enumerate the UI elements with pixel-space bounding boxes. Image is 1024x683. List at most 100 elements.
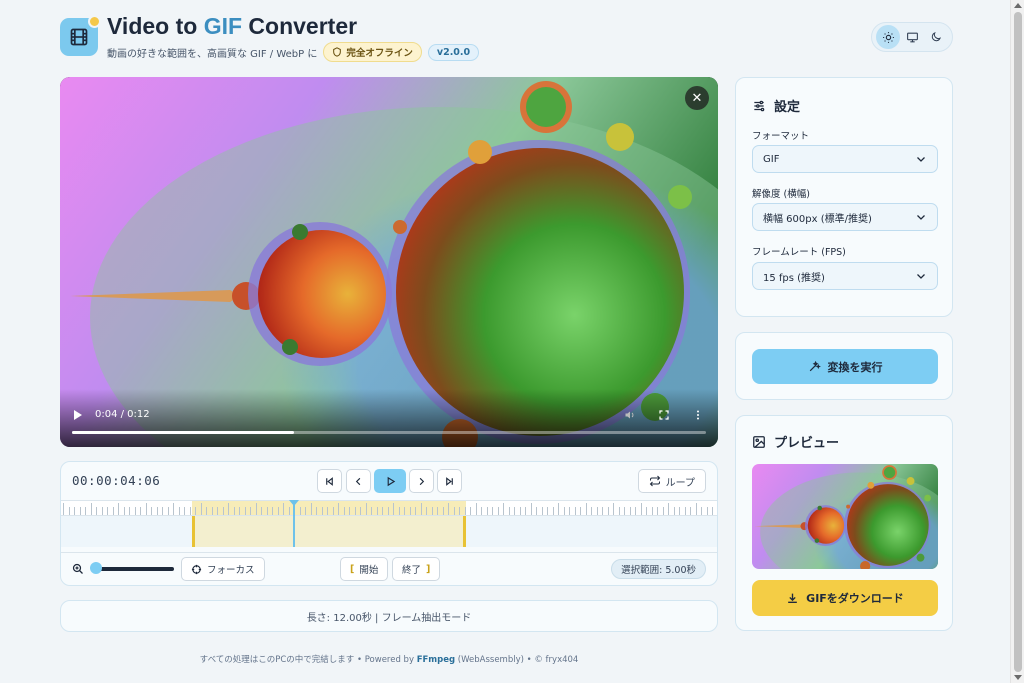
fps-value: 15 fps (推奨) [763, 272, 825, 284]
sliders-icon [754, 100, 765, 111]
ruler-tick [635, 507, 636, 515]
more-options-icon[interactable] [692, 409, 704, 421]
film-icon [70, 28, 88, 46]
ruler-tick [508, 507, 510, 515]
ruler-tick [156, 507, 158, 515]
play-button[interactable] [374, 469, 406, 493]
skip-to-start-button[interactable] [317, 469, 342, 493]
ruler-tick [613, 503, 614, 515]
download-icon [788, 593, 798, 603]
video-progress-bar[interactable] [72, 431, 706, 434]
theme-system-button[interactable] [900, 25, 924, 49]
ruler-tick [316, 507, 317, 515]
ruler-tick [695, 503, 697, 515]
page-scrollbar[interactable] [1010, 0, 1024, 683]
bracket-close-icon: ] [426, 563, 431, 575]
set-end-button[interactable]: 終了 ] [392, 557, 441, 581]
theme-light-button[interactable] [876, 25, 900, 49]
ruler-tick [376, 507, 378, 515]
ruler-tick [255, 503, 257, 515]
title-suffix: Converter [242, 13, 358, 39]
ruler-tick [195, 507, 196, 515]
ruler-tick [266, 507, 268, 515]
ruler-tick [167, 507, 169, 515]
chevron-left-icon [355, 477, 361, 485]
ruler-tick [299, 507, 301, 515]
ruler-tick [382, 507, 383, 515]
video-player[interactable]: ✕ 0:04 / 0:12 [60, 77, 718, 447]
ruler-tick [74, 507, 75, 515]
settings-header: 設定 [752, 96, 800, 115]
ruler-tick [332, 507, 334, 515]
skip-back-icon [326, 476, 333, 486]
ruler-tick [662, 507, 664, 515]
format-select[interactable]: GIF [752, 145, 938, 173]
volume-icon[interactable] [624, 409, 636, 421]
scroll-up-icon[interactable] [1014, 3, 1022, 8]
playhead-handle[interactable] [289, 500, 300, 506]
download-button[interactable]: GIFをダウンロード [752, 580, 938, 616]
ruler-tick [288, 507, 290, 515]
ruler-tick [343, 507, 345, 515]
version-badge: v2.0.0 [427, 43, 480, 61]
page-title: Video to GIF Converter [107, 13, 357, 40]
start-label: 開始 [359, 565, 379, 576]
settings-panel: 設定 フォーマット GIF 解像度 (横幅) 横幅 600px (標準/推奨) … [735, 77, 953, 317]
ruler-tick [140, 507, 141, 515]
execute-label: 変換を実行 [827, 360, 883, 374]
fullscreen-icon[interactable] [658, 409, 670, 421]
ruler-tick [206, 507, 207, 515]
ffmpeg-link[interactable]: FFmpeg [417, 655, 455, 665]
set-start-button[interactable]: [ 開始 [340, 557, 389, 581]
image-icon [753, 435, 765, 448]
next-frame-button[interactable] [409, 469, 434, 493]
zoom-slider-handle[interactable] [90, 562, 102, 574]
fps-select[interactable]: 15 fps (推奨) [752, 262, 938, 290]
ruler-tick [365, 503, 367, 515]
scrollbar-thumb[interactable] [1014, 12, 1022, 672]
preview-image [752, 464, 938, 569]
playhead[interactable] [293, 500, 296, 547]
resolution-select[interactable]: 横幅 600px (標準/推奨) [752, 203, 938, 231]
ruler-tick [712, 507, 713, 515]
ruler-tick [657, 507, 658, 515]
ruler-tick [596, 507, 598, 515]
ruler-tick [327, 507, 328, 515]
skip-to-end-button[interactable] [437, 469, 462, 493]
play-icon[interactable] [74, 410, 82, 420]
ruler-tick [459, 507, 460, 515]
monitor-icon [906, 32, 918, 42]
ruler-tick [349, 507, 350, 515]
chevron-down-icon [917, 157, 925, 162]
preview-panel: プレビュー GIFをダウンロード [735, 415, 953, 631]
close-video-button[interactable]: ✕ [685, 86, 709, 110]
ruler-tick [481, 507, 482, 515]
ruler-tick [629, 507, 631, 515]
sun-icon [882, 31, 894, 43]
ruler-tick [404, 507, 405, 515]
timeline-track[interactable] [61, 516, 717, 547]
zoom-slider[interactable] [94, 567, 174, 571]
ruler-tick [338, 503, 339, 515]
bracket-open-icon: [ [350, 563, 355, 575]
ruler-tick [239, 507, 240, 515]
footer-text-after: (WebAssembly) • © fryx404 [455, 655, 579, 665]
loop-button[interactable]: ループ [637, 469, 706, 493]
fps-label: フレームレート (FPS) [752, 247, 846, 258]
offline-badge-label: 完全オフライン [346, 48, 413, 59]
theme-dark-button[interactable] [924, 25, 948, 49]
timeline-ruler[interactable] [61, 500, 717, 516]
focus-button[interactable]: フォーカス [181, 557, 265, 581]
ruler-tick [701, 507, 702, 515]
ruler-tick [310, 503, 312, 515]
skip-forward-icon [446, 476, 453, 486]
ruler-tick [464, 507, 466, 515]
ruler-tick [426, 507, 427, 515]
prev-frame-button[interactable] [346, 469, 371, 493]
ruler-tick [530, 503, 532, 515]
ruler-tick [651, 507, 653, 515]
scroll-down-icon[interactable] [1014, 675, 1022, 680]
ruler-tick [563, 507, 565, 515]
execute-button[interactable]: 変換を実行 [752, 349, 938, 384]
selection-range[interactable] [192, 516, 466, 547]
